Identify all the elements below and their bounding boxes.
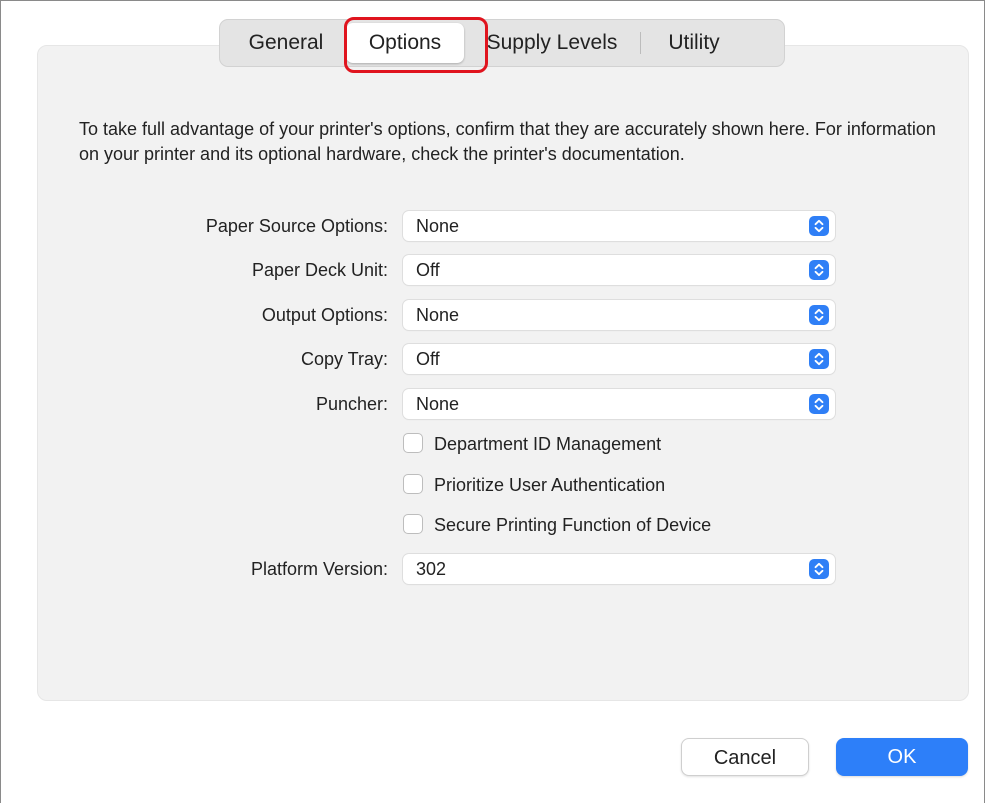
chevron-up-down-icon (809, 394, 829, 414)
puncher-label: Puncher: (315, 394, 388, 414)
chevron-up-down-icon (809, 305, 829, 325)
tab-utility[interactable]: Utility (641, 23, 747, 63)
chevron-up-down-icon (809, 349, 829, 369)
paper-source-select[interactable]: None (403, 211, 835, 241)
paper-deck-value: Off (416, 260, 440, 280)
paper-source-label: Paper Source Options: (205, 216, 388, 236)
prioritize-auth-checkbox[interactable] (403, 474, 423, 494)
description-text: To take full advantage of your printer's… (79, 119, 936, 164)
output-options-value: None (416, 305, 460, 325)
copy-tray-label: Copy Tray: (300, 349, 388, 369)
chevron-up-down-icon (809, 216, 829, 236)
department-id-label: Department ID Management (434, 434, 662, 454)
tab-bar: General Options Supply Levels Utility (219, 19, 785, 67)
puncher-value: None (416, 394, 460, 414)
row-output-options: Output Options: None (1, 300, 985, 330)
paper-source-value: None (416, 216, 460, 236)
copy-tray-value: Off (416, 349, 440, 369)
puncher-select[interactable]: None (403, 389, 835, 419)
chevron-up-down-icon (809, 559, 829, 579)
tab-options[interactable]: Options (346, 23, 464, 63)
tab-general[interactable]: General (226, 23, 346, 63)
platform-version-value: 302 (416, 559, 447, 579)
printer-options-dialog: General Options Supply Levels Utility To… (0, 0, 985, 803)
platform-version-select[interactable]: 302 (403, 554, 835, 584)
row-copy-tray: Copy Tray: Off (1, 344, 985, 374)
copy-tray-select[interactable]: Off (403, 344, 835, 374)
row-paper-source: Paper Source Options: None (1, 211, 985, 241)
prioritize-auth-label: Prioritize User Authentication (434, 475, 666, 495)
row-paper-deck: Paper Deck Unit: Off (1, 255, 985, 285)
tab-supply-levels[interactable]: Supply Levels (464, 23, 640, 63)
output-options-label: Output Options: (261, 305, 388, 325)
row-platform-version: Platform Version: 302 (1, 554, 985, 584)
department-id-checkbox[interactable] (403, 433, 423, 453)
chevron-up-down-icon (809, 260, 829, 280)
paper-deck-label: Paper Deck Unit: (251, 260, 388, 280)
paper-deck-select[interactable]: Off (403, 255, 835, 285)
row-puncher: Puncher: None (1, 389, 985, 419)
output-options-select[interactable]: None (403, 300, 835, 330)
ok-button[interactable]: OK (836, 738, 968, 776)
cancel-button[interactable]: Cancel (681, 738, 809, 776)
secure-printing-label: Secure Printing Function of Device (434, 515, 712, 535)
secure-printing-checkbox[interactable] (403, 514, 423, 534)
platform-version-label: Platform Version: (250, 559, 388, 579)
